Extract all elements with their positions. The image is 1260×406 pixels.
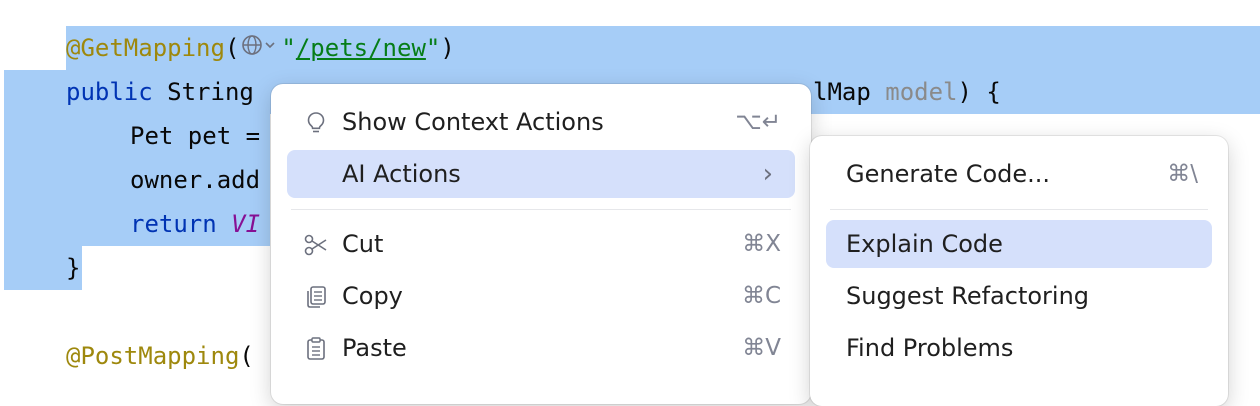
code-text: Pet pet =: [130, 122, 261, 150]
paren-token: (: [239, 342, 254, 370]
url-link[interactable]: /pets/new: [296, 34, 426, 62]
code-line-5[interactable]: return VI: [130, 202, 260, 246]
parameter-token: model: [885, 78, 958, 106]
menu-item-label: Show Context Actions: [342, 108, 604, 136]
shortcut-text: ⌘V: [742, 335, 781, 361]
menu-item-label: Find Problems: [846, 334, 1014, 362]
paren-token: ): [440, 34, 455, 62]
menu-item-label: Explain Code: [846, 230, 1003, 258]
code-line-1[interactable]: @GetMapping( "/pets/new"): [66, 26, 455, 70]
menu-item-copy[interactable]: Copy ⌘C: [287, 272, 795, 320]
clipboard-icon: [303, 336, 329, 362]
shortcut-text: ⌘\: [1167, 161, 1198, 187]
menu-item-find-problems[interactable]: Find Problems: [826, 324, 1212, 372]
chevron-right-icon: ›: [762, 159, 773, 189]
annotation-token: @PostMapping: [66, 342, 240, 370]
menu-item-ai-actions[interactable]: AI Actions ›: [287, 150, 795, 198]
code-line-3[interactable]: Pet pet =: [130, 114, 260, 158]
annotation-token: @GetMapping: [66, 34, 225, 62]
code-line-6[interactable]: }: [66, 246, 80, 290]
scissors-icon: [303, 232, 329, 258]
shortcut-text: ⌘X: [742, 231, 781, 257]
menu-item-show-context-actions[interactable]: Show Context Actions ⌥↵: [287, 98, 795, 146]
copy-icon: [303, 284, 329, 310]
menu-item-label: Generate Code...: [846, 160, 1051, 188]
paren-token: (: [224, 34, 240, 62]
menu-item-label: Suggest Refactoring: [846, 282, 1090, 310]
code-line-8[interactable]: @PostMapping(: [66, 334, 254, 378]
context-menu: Show Context Actions ⌥↵ AI Actions › Cut…: [271, 84, 811, 404]
shortcut-text: ⌘C: [741, 283, 781, 309]
brace-token: }: [66, 254, 81, 282]
brace-token: ) {: [957, 78, 1001, 106]
type-token: String: [152, 78, 269, 106]
lightbulb-icon: [303, 110, 329, 136]
keyword-token: return: [130, 210, 217, 238]
constant-token: VI: [231, 210, 261, 238]
menu-item-label: Copy: [342, 282, 403, 310]
code-text: owner.add: [130, 166, 261, 194]
globe-icon[interactable]: [241, 27, 279, 71]
string-quote: ": [281, 34, 296, 62]
ai-actions-submenu: Generate Code... ⌘\ Explain Code Suggest…: [810, 136, 1228, 406]
menu-item-paste[interactable]: Paste ⌘V: [287, 324, 795, 372]
menu-item-label: Paste: [342, 334, 407, 362]
menu-item-suggest-refactoring[interactable]: Suggest Refactoring: [826, 272, 1212, 320]
menu-item-explain-code[interactable]: Explain Code: [826, 220, 1212, 268]
menu-item-label: Cut: [342, 230, 384, 258]
string-quote: ": [425, 34, 441, 62]
code-line-2-tail[interactable]: lMap model) {: [813, 70, 1001, 114]
type-token: lMap: [813, 78, 886, 106]
menu-item-label: AI Actions: [342, 160, 461, 188]
menu-item-generate-code[interactable]: Generate Code... ⌘\: [826, 150, 1212, 198]
shortcut-text: ⌥↵: [735, 109, 781, 135]
code-line-4[interactable]: owner.add: [130, 158, 260, 202]
keyword-token: public: [66, 78, 153, 106]
menu-separator: [291, 209, 791, 210]
menu-separator: [830, 209, 1208, 210]
code-line-2[interactable]: public String: [66, 70, 268, 114]
menu-item-cut[interactable]: Cut ⌘X: [287, 220, 795, 268]
